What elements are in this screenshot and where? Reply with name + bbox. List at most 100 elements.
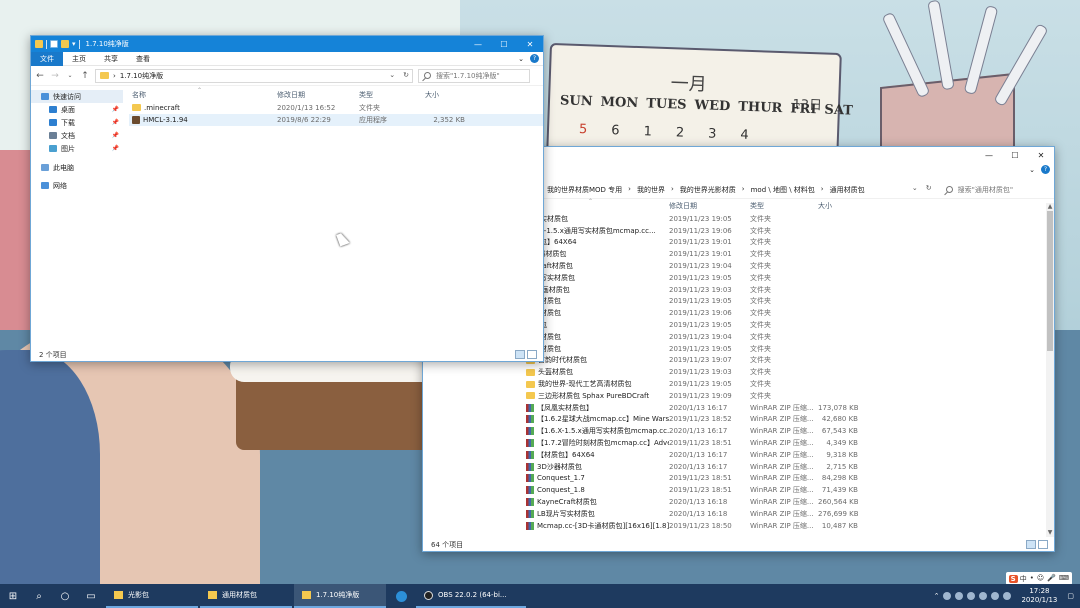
help-icon[interactable]: ? — [530, 54, 539, 63]
file-row[interactable]: Conquest_1.8 2019/11/23 18:51 WinRAR ZIP 压… — [526, 484, 1044, 496]
file-row[interactable]: 写实材质包2019/11/23 19:06 文件夹 — [526, 307, 1044, 319]
file-row[interactable]: 三边形材质包 Sphax PureBDCraft 2019/11/23 19:09… — [526, 390, 1044, 402]
file-row[interactable]: LB现片写实材质包 2020/1/13 16:18 WinRAR ZIP 压缩...… — [526, 508, 1044, 520]
taskbar-task-folder[interactable]: 通用材质包 — [200, 584, 292, 608]
file-row[interactable]: neCraft材质包 2019/11/23 19:04 文件夹 — [526, 260, 1044, 272]
refresh-icon[interactable]: ↻ — [403, 71, 409, 79]
file-row[interactable]: 现代材质包2019/11/23 19:05 文件夹 — [526, 296, 1044, 308]
file-row[interactable]: 【1.6.X-1.5.x通用写实材质包mcmap.cc... 2020/1/13 … — [526, 425, 1044, 437]
file-row[interactable]: 材质包】64X64 2019/11/23 19:01 文件夹 — [526, 237, 1044, 249]
address-bar[interactable]: 我的世界材质MOD 专用 › 我的世界 › 我的世界光影材质 › mod \ 地图 \ 材料… — [543, 183, 932, 197]
maximize-button[interactable]: ☐ — [491, 36, 517, 52]
file-row[interactable]: on动画材质包 2019/11/23 19:03 文件夹 — [526, 284, 1044, 296]
breadcrumb-item[interactable]: 我的世界 — [637, 185, 665, 195]
ribbon-tab-share[interactable]: 共享 — [95, 52, 127, 66]
search-box[interactable]: 搜索"1.7.10纯净版" — [418, 68, 530, 83]
taskbar-task-folder[interactable]: 光影包 — [106, 584, 198, 608]
ribbon-tab-file[interactable]: 文件 — [31, 51, 63, 66]
cortana-icon[interactable]: ○ — [52, 584, 78, 608]
nav-item[interactable]: 网络 — [31, 179, 123, 192]
breadcrumb-item[interactable]: 我的世界材质MOD 专用 — [547, 185, 622, 195]
clock[interactable]: 17:28 2020/1/13 — [1021, 587, 1057, 605]
ime-item[interactable]: ⌨ — [1059, 574, 1069, 584]
file-row[interactable]: 头盔材质包 2019/11/23 19:03 文件夹 — [526, 366, 1044, 378]
breadcrumb-item[interactable]: 我的世界光影材质 — [680, 185, 736, 195]
taskbar-task-obs[interactable]: OBS 22.0.2 (64-bi... — [416, 584, 526, 608]
forward-icon[interactable]: → — [50, 71, 60, 81]
breadcrumb-item[interactable]: mod \ 地图 \ 材料包 — [751, 185, 815, 195]
file-row[interactable]: 古韵时代材质包 2019/11/23 19:07 文件夹 — [526, 355, 1044, 367]
ime-item[interactable]: ☺ — [1037, 574, 1044, 584]
breadcrumb-item[interactable]: 通用材质包 — [830, 185, 865, 195]
minimize-button[interactable]: — — [465, 36, 491, 52]
file-row[interactable]: Mcmap.cc-[3D卡通材质包][16x16][1.8] 2019/11/23… — [526, 520, 1044, 532]
wechat-icon[interactable] — [979, 592, 988, 600]
file-row[interactable]: .minecraft 2020/1/13 16:52 文件夹 — [129, 102, 543, 114]
ime-item[interactable]: 中 — [1020, 574, 1027, 584]
column-type[interactable]: 类型 — [359, 90, 425, 100]
ribbon-tab-home[interactable]: 主页 — [63, 52, 95, 66]
toolbar-dropdown-icon[interactable]: ▾ — [72, 40, 76, 48]
close-button[interactable]: ✕ — [1028, 147, 1054, 163]
explorer-window-minecraft[interactable]: ▾ 1.7.10纯净版 — ☐ ✕ 文件 主页 共享 查看 ⌄ ? ← → ⌄ … — [30, 35, 544, 362]
file-row[interactable]: 现片写实材质包 2019/11/23 19:05 文件夹 — [526, 272, 1044, 284]
address-dropdown-icon[interactable]: ⌄ — [389, 71, 395, 79]
file-row[interactable]: HMCL-3.1.94 2019/8/6 22:29 应用程序 2,352 KB — [129, 113, 543, 126]
file-row[interactable]: 回国实材质包 2019/11/23 19:05 文件夹 — [526, 213, 1044, 225]
details-view-icon[interactable] — [1026, 540, 1036, 549]
nav-item[interactable]: 下载 📌 — [31, 116, 123, 129]
file-list[interactable]: ⌃ 修改日期 类型 大小 回国实材质包 2019/11/23 19:05 文件夹 1.… — [526, 198, 1044, 537]
ribbon-expand-icon[interactable]: ⌄ — [1029, 166, 1035, 174]
nav-item[interactable]: 文档 📌 — [31, 129, 123, 142]
column-name[interactable]: 名称 — [129, 90, 277, 100]
file-row[interactable]: 我的世界-现代工艺高清材质包 2019/11/23 19:05 文件夹 — [526, 378, 1044, 390]
volume-icon[interactable] — [991, 592, 1000, 600]
column-size[interactable]: 大小 — [425, 90, 465, 100]
nav-item[interactable]: 此电脑 — [31, 161, 123, 174]
file-row[interactable]: Conquest_1.7 2019/11/23 18:51 WinRAR ZIP 压… — [526, 473, 1044, 485]
close-button[interactable]: ✕ — [517, 36, 543, 52]
refresh-icon[interactable]: ↻ — [926, 184, 932, 192]
vertical-scrollbar[interactable]: ▲ ▼ — [1046, 203, 1054, 537]
new-folder-icon[interactable] — [61, 40, 69, 48]
title-bar[interactable]: ▾ 1.7.10纯净版 — ☐ ✕ — [31, 36, 543, 52]
file-row[interactable]: 【材质包】64X64 2020/1/13 16:17 WinRAR ZIP 压缩..… — [526, 449, 1044, 461]
file-list[interactable]: ⌃ 名称 修改日期 类型 大小 .minecraft 2020/1/13 16:5… — [129, 87, 543, 347]
scroll-thumb[interactable] — [1047, 211, 1053, 351]
column-size[interactable]: 大小 — [818, 201, 858, 211]
file-row[interactable]: 材质包2019/11/23 19:05 文件夹 — [526, 319, 1044, 331]
maximize-button[interactable]: ☐ — [1002, 147, 1028, 163]
file-row[interactable]: 1.6.X-1.5.x通用写实材质包mcmap.cc... 2019/11/23 … — [526, 225, 1044, 237]
nav-item[interactable]: 桌面 📌 — [31, 103, 123, 116]
back-icon[interactable]: ← — [35, 71, 45, 81]
properties-icon[interactable] — [50, 40, 58, 48]
ime-item[interactable]: 🎤 — [1047, 574, 1056, 584]
task-view-icon[interactable]: ▭ — [78, 584, 104, 608]
tray-expand-icon[interactable]: ⌃ — [934, 592, 940, 600]
scroll-up-icon[interactable]: ▲ — [1046, 203, 1054, 211]
column-date[interactable]: 修改日期 — [669, 201, 750, 211]
file-row[interactable]: 【1.7.2冒险时刻材质包mcmap.cc】Adven... 2019/11/23… — [526, 437, 1044, 449]
network-icon[interactable] — [955, 592, 964, 600]
help-icon[interactable]: ? — [1041, 165, 1050, 174]
scroll-down-icon[interactable]: ▼ — [1046, 529, 1054, 537]
ribbon-tab-view[interactable]: 查看 — [127, 52, 159, 66]
nav-item[interactable]: 快速访问 — [31, 90, 123, 103]
shield-icon[interactable] — [943, 592, 952, 600]
file-row[interactable]: 【1.6.2星球大战mcmap.cc】Mine Wars 2019/11/23 1… — [526, 414, 1044, 426]
file-row[interactable]: D沙器材质包 2019/11/23 19:01 文件夹 — [526, 248, 1044, 260]
pin-icon[interactable]: 📌 — [112, 145, 119, 152]
ribbon-expand-icon[interactable]: ⌄ — [518, 55, 524, 63]
file-row[interactable]: 写实材质包2019/11/23 19:05 文件夹 — [526, 343, 1044, 355]
address-bar[interactable]: › 1.7.10纯净版 ⌄ ↻ — [95, 68, 413, 83]
search-icon[interactable]: ⌕ — [26, 584, 52, 608]
notification-icon[interactable]: ▢ — [1067, 592, 1074, 600]
search-box[interactable]: 搜索"通用材质包" — [941, 183, 1050, 197]
ime-item[interactable]: • — [1030, 574, 1034, 584]
pin-icon[interactable]: 📌 — [112, 119, 119, 126]
pin-icon[interactable]: 📌 — [112, 132, 119, 139]
file-row[interactable]: 【凤凰实材质包】 2020/1/13 16:17 WinRAR ZIP 压缩... 1… — [526, 402, 1044, 414]
column-date[interactable]: 修改日期 — [277, 90, 359, 100]
obs-tray-icon[interactable] — [967, 592, 976, 600]
nav-item[interactable]: 图片 📌 — [31, 142, 123, 155]
